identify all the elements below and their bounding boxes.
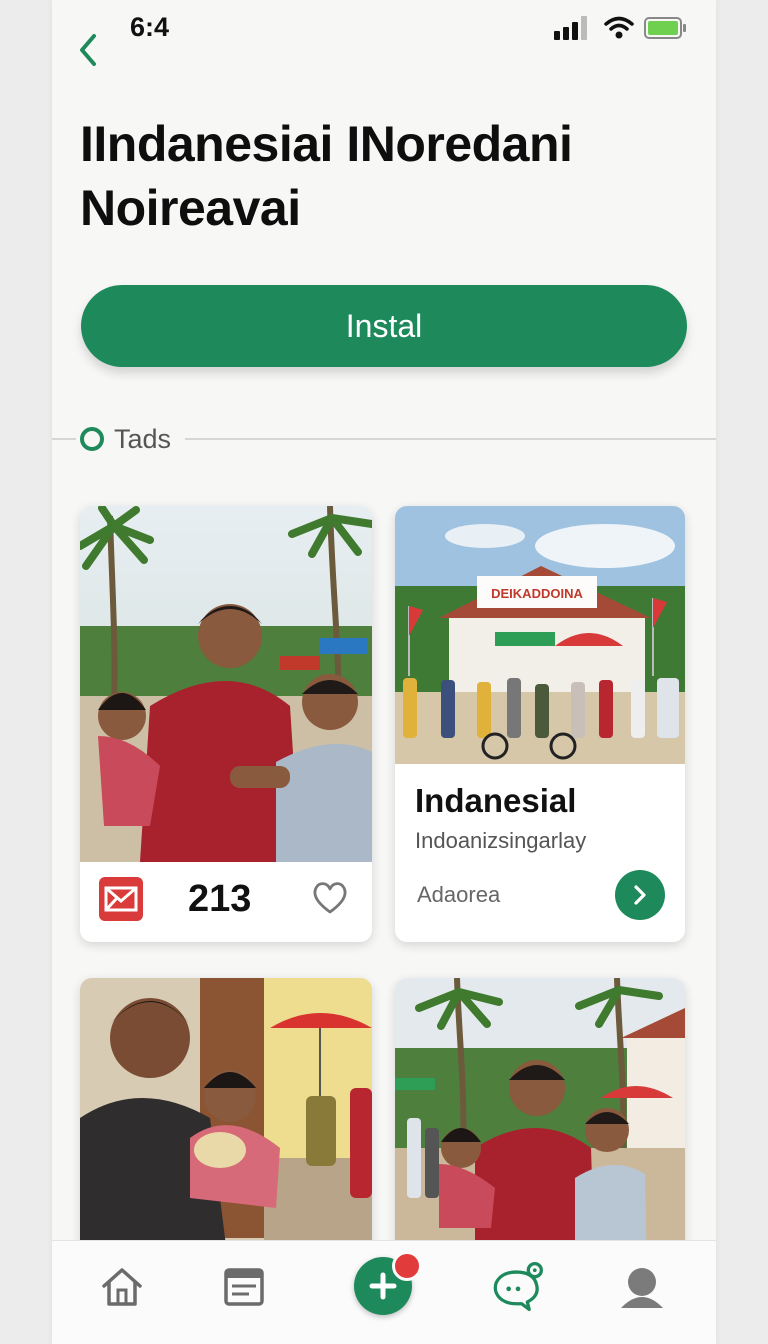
wifi-icon (604, 16, 634, 39)
page-title: IIndanesiai INoredani Noireavai (80, 116, 573, 236)
father-photo (80, 978, 372, 1278)
chevron-left-icon[interactable] (74, 30, 104, 70)
notification-dot (392, 1251, 422, 1281)
nav-feed[interactable] (216, 1259, 272, 1315)
install-button[interactable]: Instal (81, 285, 687, 367)
app-screen: 6:4 IIndanesiai INoredani Noireavai Inst… (52, 0, 716, 1344)
profile-icon (621, 1268, 663, 1308)
chat-icon (493, 1262, 543, 1312)
home-icon (102, 1268, 142, 1306)
family-photo (80, 506, 372, 862)
post-card-family[interactable]: 213 (80, 506, 372, 942)
status-icons (554, 16, 688, 40)
chevron-right-icon (634, 885, 646, 905)
village-photo: DEIKADDOINA (395, 506, 685, 764)
card-icon (224, 1268, 264, 1306)
section-header: Tads (76, 422, 186, 456)
nav-home[interactable] (94, 1259, 150, 1315)
bottom-nav (52, 1240, 716, 1344)
nav-chat[interactable] (490, 1259, 546, 1315)
card-footer: 213 (80, 862, 372, 942)
like-count: 213 (188, 878, 252, 920)
mail-icon (99, 877, 143, 921)
street-photo (395, 978, 685, 1278)
battery-icon (644, 17, 686, 39)
section-label: Tads (114, 423, 172, 454)
card-meta: Adaorea (417, 882, 501, 907)
ring-icon (80, 427, 104, 451)
heart-icon[interactable] (310, 878, 350, 918)
card-subtitle: Indoanizsingarlay (415, 828, 587, 853)
signal-icon (554, 16, 587, 40)
post-card-village[interactable]: DEIKADDOINA Indanesial Indoanizsingarlay… (395, 506, 685, 942)
post-card-street[interactable] (395, 978, 685, 1278)
plus-icon (369, 1272, 397, 1300)
open-post-button[interactable] (615, 870, 665, 920)
sign-text: DEIKADDOINA (491, 586, 583, 601)
card-title: Indanesial (415, 782, 577, 819)
status-bar: 6:4 (52, 0, 716, 66)
nav-profile[interactable] (614, 1259, 670, 1315)
post-card-father[interactable] (80, 978, 372, 1278)
status-time: 6:4 (130, 12, 170, 42)
